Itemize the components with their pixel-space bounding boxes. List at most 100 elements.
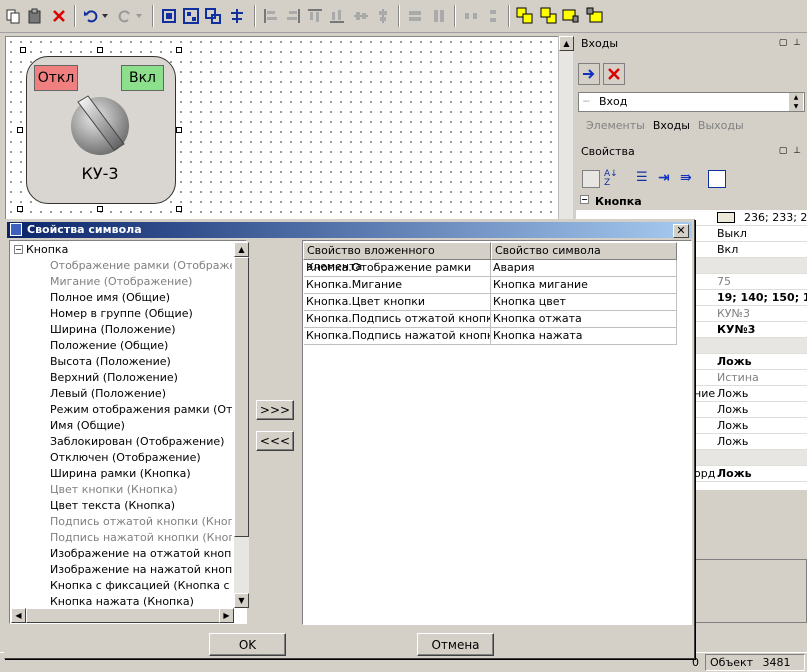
tree-item[interactable]: Имя (Общие) bbox=[50, 418, 232, 434]
group-icon[interactable] bbox=[180, 5, 202, 27]
tree-item[interactable]: Высота (Положение) bbox=[50, 354, 232, 370]
selection-handle[interactable] bbox=[97, 47, 103, 53]
dock-icon[interactable]: ▢ bbox=[778, 146, 788, 156]
space-horizontal-icon[interactable] bbox=[460, 5, 482, 27]
cell-nested-property: Кнопка.Мигание bbox=[304, 277, 491, 294]
tree-item[interactable]: Полное имя (Общие) bbox=[50, 290, 232, 306]
collapse-section-icon[interactable]: − bbox=[580, 195, 589, 204]
cancel-button[interactable]: Отмена bbox=[417, 633, 494, 656]
tree-item[interactable]: Ширина (Положение) bbox=[50, 322, 232, 338]
tree-root-label[interactable]: Кнопка bbox=[26, 242, 68, 258]
tree-vertical-scrollbar[interactable]: ▲ ▼ bbox=[234, 242, 249, 608]
tree-item[interactable]: Цвет текста (Кнопка) bbox=[50, 498, 232, 514]
collapse-node-icon[interactable]: − bbox=[14, 245, 23, 254]
distribute-icon[interactable] bbox=[226, 5, 248, 27]
tree-item[interactable]: Заблокирован (Отображение) bbox=[50, 434, 232, 450]
selection-handle[interactable] bbox=[97, 206, 103, 212]
dock-icon[interactable]: ▢ bbox=[778, 38, 788, 48]
spin-up-icon[interactable]: ▲ bbox=[789, 93, 803, 102]
redo-icon[interactable] bbox=[114, 5, 136, 27]
undo-dropdown-icon[interactable] bbox=[100, 5, 110, 27]
same-width-icon[interactable] bbox=[404, 5, 426, 27]
selection-handle[interactable] bbox=[20, 47, 26, 53]
tree-item[interactable]: Отключен (Отображение) bbox=[50, 450, 232, 466]
selection-handle[interactable] bbox=[17, 127, 23, 133]
tab-inputs[interactable]: Входы bbox=[648, 118, 694, 133]
cell-symbol-property: Авария bbox=[491, 260, 677, 277]
inputs-panel-title: Входы bbox=[581, 37, 619, 50]
bring-to-front-icon[interactable] bbox=[514, 5, 536, 27]
scroll-up-icon[interactable]: ▲ bbox=[559, 36, 574, 51]
tab-outputs[interactable]: Выходы bbox=[694, 118, 748, 133]
pin-icon[interactable]: ⊥ bbox=[792, 38, 802, 48]
space-vertical-icon[interactable] bbox=[482, 5, 504, 27]
tree-horizontal-scrollbar[interactable]: ◀ ▶ bbox=[11, 608, 234, 623]
ungroup-icon[interactable] bbox=[202, 5, 224, 27]
tree-item[interactable]: Цвет кнопки (Кнопка) bbox=[50, 482, 232, 498]
bring-forward-icon[interactable] bbox=[560, 5, 582, 27]
same-height-icon[interactable] bbox=[428, 5, 450, 27]
delete-icon[interactable] bbox=[48, 5, 70, 27]
align-left-icon[interactable] bbox=[260, 5, 282, 27]
scroll-down-icon[interactable]: ▼ bbox=[234, 593, 249, 608]
tree-item[interactable]: Изображение на отжатой кнопке (Кнопка) bbox=[50, 546, 232, 562]
rotary-switch-icon bbox=[71, 95, 129, 155]
tree-item[interactable]: Левый (Положение) bbox=[50, 386, 232, 402]
sort-alphabetical-icon[interactable]: A↓ Z bbox=[604, 170, 622, 188]
remove-input-icon[interactable] bbox=[603, 63, 625, 85]
tree-item[interactable]: Режим отображения рамки (Отображение) bbox=[50, 402, 232, 418]
add-input-icon[interactable] bbox=[578, 63, 600, 85]
tree-item[interactable]: Верхний (Положение) bbox=[50, 370, 232, 386]
categorized-icon[interactable] bbox=[582, 170, 600, 188]
properties-section-header[interactable]: − Кнопка bbox=[576, 194, 807, 210]
dialog-title-bar[interactable]: Свойства символа ✕ bbox=[7, 222, 692, 238]
tree-item[interactable]: Отображение рамки (Отображение) bbox=[50, 258, 232, 274]
selection-handle[interactable] bbox=[176, 206, 182, 212]
copy-icon[interactable] bbox=[2, 5, 24, 27]
scroll-up-icon[interactable]: ▲ bbox=[234, 242, 249, 257]
center-horizontal-icon[interactable] bbox=[350, 5, 372, 27]
input-combobox[interactable]: ┈ Вход ▲ ▼ bbox=[578, 92, 805, 112]
align-top-icon[interactable] bbox=[304, 5, 326, 27]
tab-elements[interactable]: Элементы bbox=[582, 118, 649, 133]
expand-icon[interactable]: ⇥ bbox=[658, 170, 676, 188]
scroll-right-icon[interactable]: ▶ bbox=[219, 608, 234, 623]
send-to-back-icon[interactable] bbox=[538, 5, 560, 27]
column-header-nested-property[interactable]: Свойство вложенного элемента bbox=[303, 242, 491, 273]
tree-item[interactable]: Подпись нажатой кнопки (Кнопка) bbox=[50, 530, 232, 546]
column-header-symbol-property[interactable]: Свойство символа bbox=[491, 242, 677, 260]
redo-dropdown-icon[interactable] bbox=[134, 5, 144, 27]
paste-icon[interactable] bbox=[24, 5, 46, 27]
tree-item[interactable]: Ширина рамки (Кнопка) bbox=[50, 466, 232, 482]
pin-icon[interactable]: ⊥ bbox=[792, 146, 802, 156]
tree-item[interactable]: Номер в группе (Общие) bbox=[50, 306, 232, 322]
selection-handle[interactable] bbox=[17, 206, 23, 212]
ok-button[interactable]: OK bbox=[209, 633, 286, 656]
center-vertical-icon[interactable] bbox=[372, 5, 394, 27]
add-property-button[interactable]: >>> bbox=[256, 400, 294, 420]
property-pages-icon[interactable] bbox=[708, 170, 726, 188]
tree-item[interactable]: Кнопка с фиксацией (Кнопка с фиксацией) bbox=[50, 578, 232, 594]
list-icon[interactable]: ☰ bbox=[636, 170, 654, 188]
symbol-properties-table[interactable]: Свойство вложенного элемента Свойство си… bbox=[302, 240, 692, 625]
undo-icon[interactable] bbox=[80, 5, 102, 27]
close-icon[interactable]: ✕ bbox=[673, 224, 689, 238]
tree-item[interactable]: Мигание (Отображение) bbox=[50, 274, 232, 290]
tree-item[interactable]: Положение (Общие) bbox=[50, 338, 232, 354]
selection-handle[interactable] bbox=[176, 127, 182, 133]
select-frame-icon[interactable] bbox=[158, 5, 180, 27]
spin-down-icon[interactable]: ▼ bbox=[789, 102, 803, 111]
align-bottom-icon[interactable] bbox=[326, 5, 348, 27]
scroll-left-icon[interactable]: ◀ bbox=[11, 608, 26, 623]
send-backward-icon[interactable] bbox=[584, 5, 606, 27]
scroll-thumb[interactable] bbox=[234, 257, 249, 537]
tree-item[interactable]: Подпись отжатой кнопки (Кнопка) bbox=[50, 514, 232, 530]
scroll-thumb[interactable] bbox=[26, 608, 226, 623]
canvas-vertical-scrollbar[interactable]: ▲ bbox=[558, 36, 574, 226]
tree-item[interactable]: Изображение на нажатой кнопке (Кнопка) bbox=[50, 562, 232, 578]
align-right-icon[interactable] bbox=[282, 5, 304, 27]
selection-handle[interactable] bbox=[176, 47, 182, 53]
available-properties-tree[interactable]: − Кнопка Отображение рамки (Отображение)… bbox=[9, 240, 249, 624]
collapse-icon[interactable]: ⇛ bbox=[680, 170, 698, 188]
remove-property-button[interactable]: <<< bbox=[256, 431, 294, 451]
